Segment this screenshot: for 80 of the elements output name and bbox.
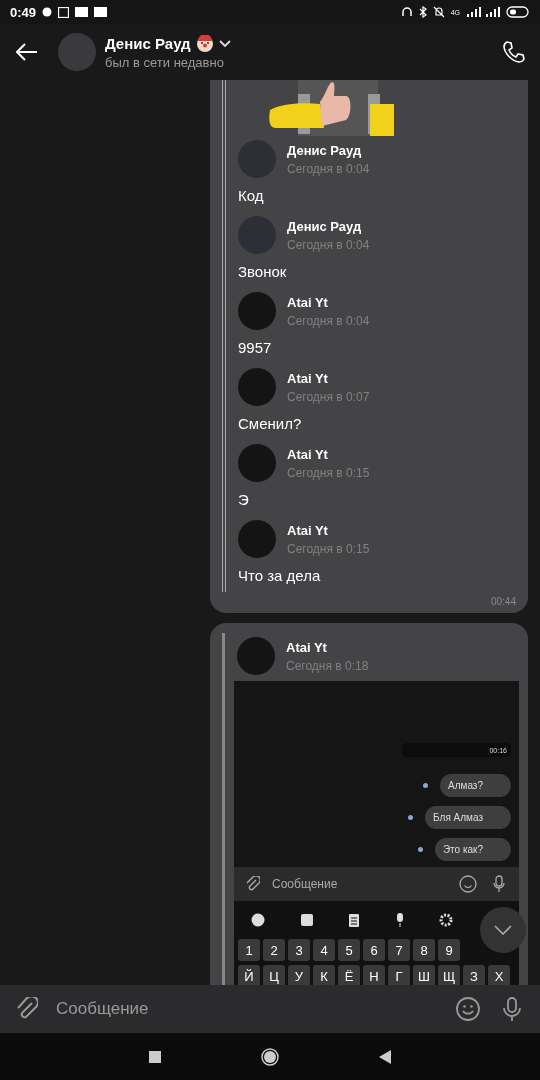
- message-text: Код: [238, 186, 265, 206]
- back-button[interactable]: [379, 1049, 391, 1064]
- author-name: Atai Yt: [287, 294, 329, 310]
- keyboard-key: 8: [413, 939, 435, 961]
- contact-name[interactable]: Денис Рауд: [105, 35, 191, 52]
- avatar: [238, 216, 276, 254]
- author-name: Atai Yt: [287, 446, 329, 462]
- keyboard-key: У: [288, 965, 310, 985]
- microphone-icon: [394, 913, 405, 927]
- author-name: Денис Рауд: [287, 142, 363, 158]
- bubble-time: 00:44: [489, 596, 516, 607]
- microphone-icon: [493, 875, 505, 893]
- paperclip-icon[interactable]: [16, 997, 38, 1021]
- smiley-icon: [459, 875, 477, 893]
- avatar: [238, 520, 276, 558]
- keyboard-key: Ц: [263, 965, 285, 985]
- last-seen-status: был в сети недавно: [105, 54, 225, 70]
- author-name: Atai Yt: [287, 370, 329, 386]
- keyboard-key: Ш: [413, 965, 435, 985]
- chat-bubble: Алмаз?: [440, 774, 511, 797]
- clock-time: 0:49: [10, 4, 37, 20]
- keyboard-key: 1: [238, 939, 260, 961]
- message-time: Сегодня в 0:07: [287, 389, 370, 404]
- back-arrow-icon[interactable]: [16, 43, 38, 61]
- signal-icon: [466, 6, 500, 18]
- message-time: Сегодня в 0:04: [287, 237, 370, 252]
- keyboard-key: 2: [263, 939, 285, 961]
- unread-dot: [423, 783, 428, 788]
- message-text: 9957: [238, 338, 273, 358]
- avatar: [238, 444, 276, 482]
- message-field: Сообщение: [234, 867, 519, 901]
- keyboard-key: 5: [338, 939, 360, 961]
- keyboard-key: З: [463, 965, 485, 985]
- phone-icon[interactable]: [502, 40, 526, 64]
- keyboard-key: 4: [313, 939, 335, 961]
- keyboard-key: 6: [363, 939, 385, 961]
- chevron-down-icon[interactable]: [218, 39, 231, 48]
- chevron-down-icon: [494, 925, 512, 935]
- unread-dot: [417, 847, 423, 852]
- bluetooth-icon: [418, 6, 427, 18]
- muted-bell-icon: [432, 6, 445, 18]
- keyboard-key: 7: [388, 939, 410, 961]
- avatar: [238, 292, 276, 330]
- message-time: Сегодня в 0:04: [287, 313, 370, 328]
- smiley-icon[interactable]: [456, 997, 480, 1021]
- message-time: Сегодня в 0:15: [287, 541, 370, 556]
- keyboard-key: 3: [288, 939, 310, 961]
- message-time: Сегодня в 0:18: [286, 658, 369, 673]
- author-name: Atai Yt: [286, 639, 328, 655]
- avatar: [237, 637, 275, 675]
- paperclip-icon: [246, 876, 260, 892]
- message-text: Сменил?: [238, 414, 303, 434]
- keyboard-key: К: [313, 965, 335, 985]
- keyboard-key: Г: [388, 965, 410, 985]
- keyboard-key: Ё: [338, 965, 360, 985]
- keyboard-key: 9: [438, 939, 460, 961]
- keyboard-key: Н: [363, 965, 385, 985]
- unread-dot: [408, 815, 414, 820]
- avatar: [238, 140, 276, 178]
- microphone-icon[interactable]: [502, 997, 522, 1021]
- message-text: Что за дела: [238, 566, 322, 586]
- message-time: Сегодня в 0:04: [287, 161, 370, 176]
- keyboard-key: Й: [238, 965, 260, 985]
- author-name: Денис Рауд: [287, 218, 363, 234]
- message-input[interactable]: Сообщение: [0, 985, 540, 1033]
- message-text: Э: [238, 490, 250, 510]
- recents-button[interactable]: [149, 1050, 161, 1063]
- home-button[interactable]: [261, 1047, 279, 1066]
- clown-face-icon: [195, 34, 214, 53]
- settings-icon: [439, 913, 454, 927]
- chat-bubble: Бля Алмаз: [425, 806, 511, 829]
- avatar: [238, 368, 276, 406]
- message-time: Сегодня в 0:15: [287, 465, 370, 480]
- keyboard-key: Щ: [438, 965, 460, 985]
- headphones-icon: [400, 6, 413, 18]
- author-name: Atai Yt: [287, 522, 329, 538]
- keyboard-key: Х: [488, 965, 510, 985]
- clipboard-icon: [348, 913, 361, 927]
- chat-bubble: Это как?: [434, 838, 511, 861]
- message-text: Звонок: [238, 262, 288, 282]
